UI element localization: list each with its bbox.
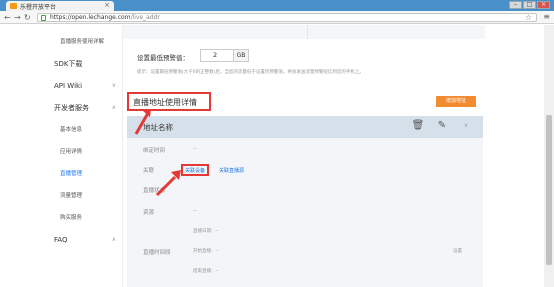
sidebar-item[interactable]: 应用详情 — [44, 141, 122, 163]
trash-icon[interactable]: 🗑 — [411, 119, 425, 133]
chevron-down-icon[interactable]: ∨ — [459, 119, 473, 133]
sidebar-item-label: 直播管理 — [60, 171, 83, 177]
sidebar-item[interactable]: 开发者服务 ∧ — [44, 97, 122, 119]
sidebar-item-label: 开发者服务 — [54, 104, 89, 112]
browser-titlebar: 乐橙开放平台 × – □ × — [0, 0, 554, 11]
close-window-button[interactable]: × — [537, 1, 550, 9]
sidebar-item[interactable]: FAQ ∧ — [44, 229, 122, 251]
minimize-button[interactable]: – — [509, 1, 522, 9]
threshold-unit: GB — [234, 49, 249, 62]
edit-icon[interactable]: ✎ — [435, 119, 449, 133]
threshold-hint: 提示：设置最低预警值(大于0的正整数)后，当您的流量低于设置的预警值，将会发送流… — [137, 70, 364, 75]
threshold-label: 设置最低预警值： — [137, 54, 189, 62]
sidebar: 直播服务使用详解 SDK下载 API Wiki ∨ 开发者服务 ∧ 基本信息应用详情直播管理… — [44, 25, 122, 287]
tab-title: 乐橙开放平台 — [20, 4, 57, 11]
section-title: 直播地址使用详情 — [133, 98, 197, 107]
maximize-button[interactable]: □ — [523, 1, 536, 9]
panel-header: 地址名称 🗑 ✎ ∨ — [127, 116, 483, 138]
window-controls: – □ × — [509, 1, 550, 9]
url-text: https://open.lechange.com/live_addr — [50, 14, 160, 21]
main-content: 设置最低预警值： 2 GB 提示：设置最低预警值(大于0的正整数)后，当您的流量… — [122, 25, 485, 287]
bind-time-label: 绑定时间 — [143, 148, 166, 154]
chevron-icon: ∧ — [111, 236, 116, 243]
annotation-arrow-link — [155, 170, 181, 197]
sidebar-item-label: FAQ — [54, 236, 68, 244]
row-resource: 资源 -- — [127, 202, 483, 222]
tab-close-icon[interactable]: × — [104, 1, 110, 9]
row-bind-time: 绑定时间 -- — [127, 140, 483, 160]
lock-icon — [41, 15, 46, 21]
sidebar-item[interactable]: 基本信息 — [44, 119, 122, 141]
address-bar: ← → ↻ https://open.lechange.com/live_add… — [0, 11, 554, 24]
bind-time-value: -- — [193, 146, 197, 152]
sidebar-item-label: SDK下载 — [54, 60, 83, 68]
sidebar-item-label: 流量管理 — [60, 193, 83, 199]
row-record-time: 直播时间段 直播日期：-- 开始直播：-- 结束直播：-- 设置 — [127, 224, 483, 284]
top-panel — [123, 25, 485, 39]
page-content: 直播服务使用详解 SDK下载 API Wiki ∨ 开发者服务 ∧ 基本信息应用详情直播管理… — [0, 25, 554, 287]
sidebar-item-label: 直播服务使用详解 — [60, 39, 105, 45]
page-scrollbar[interactable] — [544, 25, 554, 287]
link-device-link[interactable]: 关联设备 — [185, 167, 205, 174]
resource-value: -- — [193, 208, 197, 214]
browser-menu-icon[interactable]: ≡ — [543, 12, 550, 21]
address-detail-panel: 地址名称 🗑 ✎ ∨ 绑定时间 -- 关联 关联设备 关联直播源 直播状态 资源… — [127, 116, 483, 287]
link-source-link[interactable]: 关联直播源 — [219, 167, 244, 174]
bookmark-star-icon[interactable]: ☆ — [525, 13, 532, 22]
browser-tab[interactable]: 乐橙开放平台 × — [6, 1, 114, 11]
back-arrow-icon[interactable]: ← — [4, 13, 11, 22]
sidebar-item-label: 应用详情 — [60, 149, 83, 155]
record-start: 开始直播：-- — [193, 249, 219, 254]
sidebar-item-label: 购买服务 — [60, 215, 83, 221]
scroll-thumb[interactable] — [546, 115, 552, 265]
sidebar-item[interactable]: SDK下载 — [44, 53, 122, 75]
sidebar-item[interactable]: 购买服务 — [44, 207, 122, 229]
add-address-button[interactable]: 增加地址 — [436, 96, 476, 107]
sidebar-item-label: 基本信息 — [60, 127, 83, 133]
chevron-icon: ∧ — [111, 104, 116, 111]
resource-label: 资源 — [143, 210, 155, 216]
threshold-input[interactable]: 2 — [200, 49, 234, 62]
sidebar-item[interactable]: API Wiki ∨ — [44, 75, 122, 97]
sidebar-item[interactable]: 直播管理 — [44, 163, 122, 185]
sidebar-item[interactable]: 直播服务使用详解 — [44, 31, 122, 53]
record-date: 直播日期：-- — [193, 229, 219, 234]
record-end: 结束直播：-- — [193, 269, 219, 274]
url-input[interactable]: https://open.lechange.com/live_addr ☆ — [37, 13, 537, 22]
forward-arrow-icon[interactable]: → — [14, 13, 21, 22]
sidebar-item-label: API Wiki — [54, 82, 83, 90]
record-time-label: 直播时间段 — [143, 250, 171, 256]
site-favicon-icon — [10, 3, 17, 9]
record-settings-link[interactable]: 设置 — [453, 248, 462, 254]
sidebar-item[interactable]: 流量管理 — [44, 185, 122, 207]
reload-icon[interactable]: ↻ — [24, 13, 31, 22]
annotation-arrow-title — [134, 109, 151, 135]
chevron-icon: ∨ — [111, 82, 116, 89]
